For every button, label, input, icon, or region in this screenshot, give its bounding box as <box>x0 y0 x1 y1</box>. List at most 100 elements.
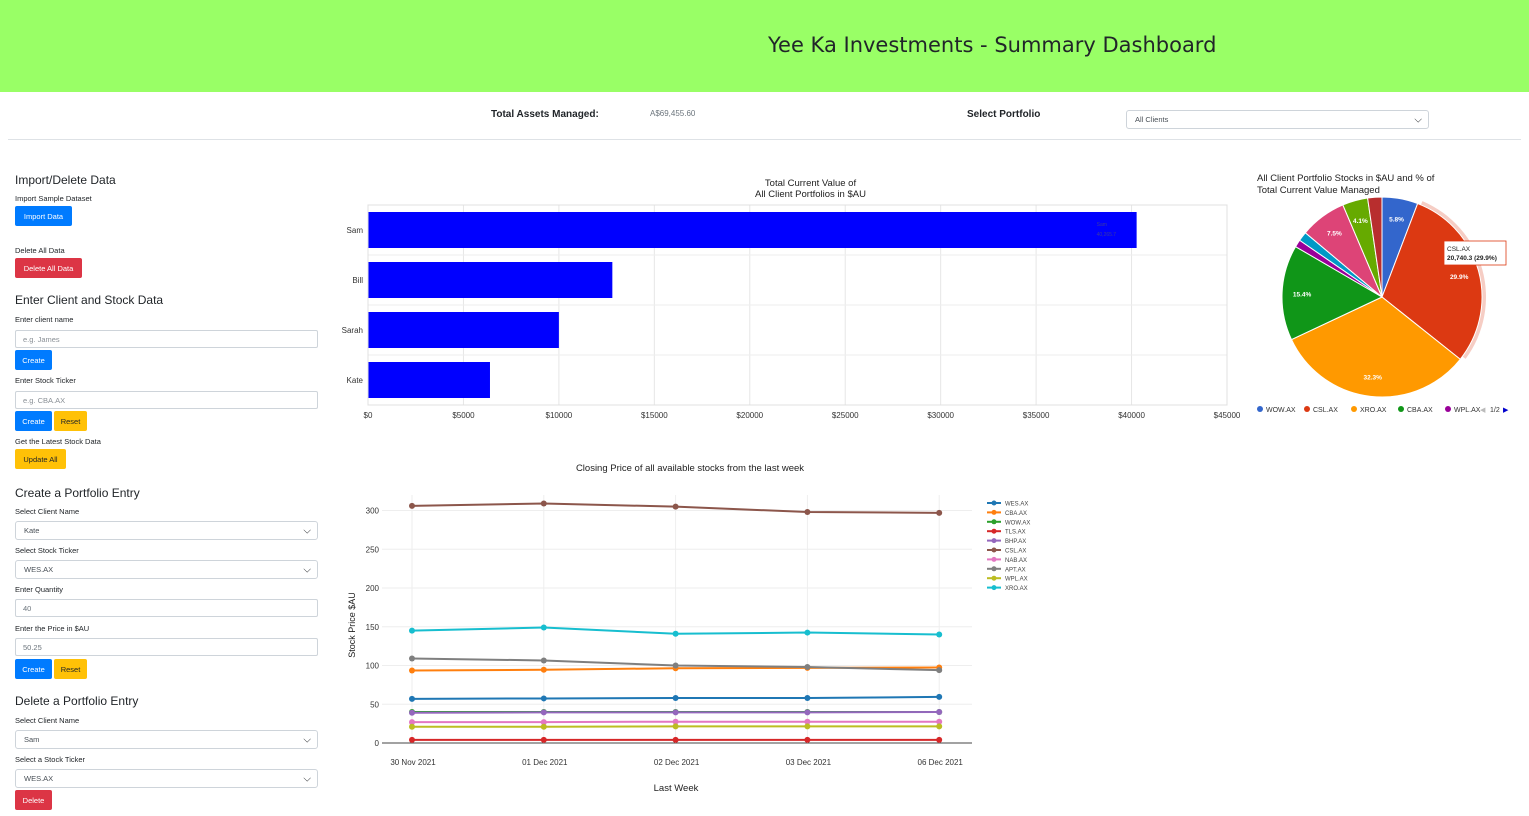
pie-tooltip-name: CSL.AX <box>1447 246 1471 253</box>
bar-x-tick-label: $10000 <box>546 411 573 420</box>
chevron-down-icon: ⌵ <box>1414 114 1422 125</box>
pie-legend-marker <box>1257 406 1263 412</box>
line-point <box>804 736 811 743</box>
line-point <box>672 503 679 510</box>
quantity-input[interactable]: 40 <box>15 599 318 617</box>
delete-entry-button[interactable]: Delete <box>15 790 52 810</box>
line-point <box>540 500 547 507</box>
line-point <box>936 667 943 674</box>
delete-all-label: Delete All Data <box>15 246 65 255</box>
line-point <box>409 502 415 509</box>
line-point <box>672 695 679 702</box>
bar-chart-title: All Client Portfolios in $AU <box>755 189 866 200</box>
update-all-button[interactable]: Update All <box>15 449 66 469</box>
bar-chart: Total Current Value ofAll Client Portfol… <box>342 178 1241 420</box>
delete-client-select[interactable]: Sam ⌵ <box>15 730 318 749</box>
line-legend-label: TLS.AX <box>1005 530 1026 536</box>
line-point <box>540 695 547 702</box>
line-legend-marker <box>991 556 997 562</box>
chevron-down-icon: ⌵ <box>303 734 311 745</box>
bar-tooltip-value: 40,265.7 <box>1097 232 1117 238</box>
line-point <box>672 630 679 637</box>
line-legend-label: WES.AX <box>1005 502 1028 508</box>
bar-x-tick-label: $15000 <box>641 411 668 420</box>
create-ticker-select-value: WES.AX <box>24 565 54 574</box>
create-entry-title: Create a Portfolio Entry <box>15 486 140 500</box>
line-point <box>672 736 679 743</box>
stock-ticker-input[interactable]: e.g. CBA.AX <box>15 391 318 409</box>
pie-legend-marker <box>1351 406 1357 412</box>
line-x-tick-label: 06 Dec 2021 <box>918 758 964 767</box>
line-point <box>540 657 547 664</box>
line-point <box>936 723 943 730</box>
reset-entry-button[interactable]: Reset <box>54 659 87 679</box>
line-point <box>409 667 415 674</box>
portfolio-select[interactable]: All Clients ⌵ <box>1126 110 1429 129</box>
create-ticker-button[interactable]: Create <box>15 411 52 431</box>
line-y-tick-label: 200 <box>366 584 380 593</box>
line-point <box>540 624 547 631</box>
stock-ticker-label: Enter Stock Ticker <box>15 376 76 385</box>
latest-stock-label: Get the Latest Stock Data <box>15 437 101 446</box>
select-portfolio-label: Select Portfolio <box>967 109 1041 120</box>
bar-bill <box>368 262 613 298</box>
line-point <box>540 736 547 743</box>
client-name-input[interactable]: e.g. James <box>15 330 318 348</box>
line-point <box>804 723 811 730</box>
pie-slice-label: 32.3% <box>1364 374 1383 381</box>
line-x-tick-label: 01 Dec 2021 <box>522 758 568 767</box>
line-point <box>540 709 547 716</box>
line-legend-label: NAB.AX <box>1005 558 1027 564</box>
line-legend-marker <box>991 547 997 553</box>
line-legend-label: WOW.AX <box>1005 520 1030 526</box>
line-y-tick-label: 0 <box>375 739 380 748</box>
line-point <box>672 709 679 716</box>
line-legend-marker <box>991 500 997 506</box>
total-assets-label: Total Assets Managed: <box>491 109 599 120</box>
chevron-down-icon: ⌵ <box>303 564 311 575</box>
line-y-tick-label: 50 <box>370 700 379 709</box>
create-client-select-value: Kate <box>24 526 40 535</box>
pie-legend-marker <box>1304 406 1310 412</box>
line-legend-marker <box>991 509 997 515</box>
bar-category-label: Sarah <box>342 326 363 335</box>
bar-x-tick-label: $20000 <box>736 411 763 420</box>
pie-slice-label: 5.8% <box>1389 216 1404 223</box>
pie-legend-page: 1/2 <box>1490 407 1500 414</box>
create-ticker-select[interactable]: WES.AX ⌵ <box>15 560 318 579</box>
line-x-tick-label: 02 Dec 2021 <box>654 758 700 767</box>
create-entry-button[interactable]: Create <box>15 659 52 679</box>
import-data-button[interactable]: Import Data <box>15 206 72 226</box>
line-x-axis-label: Last Week <box>654 783 699 794</box>
delete-all-data-button[interactable]: Delete All Data <box>15 258 82 278</box>
line-y-axis-label: Stock Price $AU <box>347 592 357 658</box>
bar-x-tick-label: $25000 <box>832 411 859 420</box>
pie-tooltip-value: 20,740.3 (29.9%) <box>1447 255 1497 262</box>
reset-ticker-button[interactable]: Reset <box>54 411 87 431</box>
client-stock-title: Enter Client and Stock Data <box>15 293 164 307</box>
quantity-value: 40 <box>23 603 32 613</box>
create-client-select[interactable]: Kate ⌵ <box>15 521 318 540</box>
price-input[interactable]: 50.25 <box>15 638 318 656</box>
stock-ticker-placeholder: e.g. CBA.AX <box>23 395 66 405</box>
line-legend-label: BHP.AX <box>1005 539 1026 545</box>
page-title: Yee Ka Investments - Summary Dashboard <box>768 33 1217 57</box>
line-point <box>409 627 415 634</box>
delete-ticker-select[interactable]: WES.AX ⌵ <box>15 769 318 788</box>
line-y-tick-label: 250 <box>366 545 380 554</box>
pie-chart: All Client Portfolio Stocks in $AU and %… <box>1257 173 1509 414</box>
bar-category-label: Sam <box>347 226 364 235</box>
line-chart: Closing Price of all available stocks fr… <box>347 463 1030 794</box>
create-client-button[interactable]: Create <box>15 350 52 370</box>
pie-slice-label: 7.5% <box>1327 231 1342 238</box>
line-point <box>409 655 415 662</box>
pie-slice-label: 29.9% <box>1450 274 1469 281</box>
bar-tooltip-category: Sam <box>1097 222 1107 228</box>
summary-bar: Total Assets Managed: A$69,455.60 Select… <box>8 100 1521 140</box>
client-name-label: Enter client name <box>15 315 74 324</box>
price-value: 50.25 <box>23 642 42 652</box>
line-legend-marker <box>991 538 997 544</box>
pie-legend-marker <box>1445 406 1451 412</box>
line-y-tick-label: 100 <box>366 662 380 671</box>
bar-x-tick-label: $45000 <box>1214 411 1241 420</box>
